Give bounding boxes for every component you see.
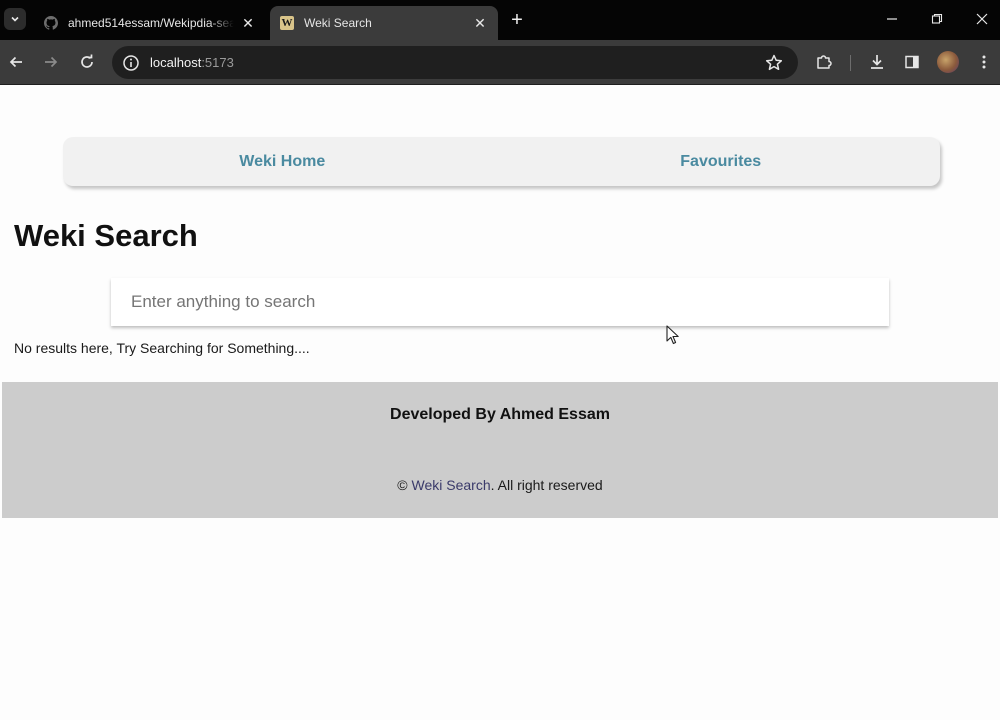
- tab-search-button[interactable]: [4, 8, 26, 30]
- reload-icon[interactable]: [75, 50, 99, 74]
- nav-link-home[interactable]: Weki Home: [63, 137, 502, 186]
- no-results-message: No results here, Try Searching for Somet…: [14, 340, 310, 356]
- download-icon[interactable]: [865, 50, 889, 74]
- nav-link-favourites[interactable]: Favourites: [502, 137, 941, 186]
- developer-credit: Developed By Ahmed Essam: [390, 406, 610, 423]
- top-navbar: Weki Home Favourites: [63, 137, 940, 186]
- mouse-cursor-icon: [666, 325, 679, 345]
- back-arrow-icon[interactable]: [4, 50, 28, 74]
- footer-brand: Weki Search: [411, 477, 491, 493]
- copyright-line: © Weki Search. All right reserved: [2, 477, 998, 493]
- new-tab-plus-icon[interactable]: +: [506, 9, 528, 31]
- close-icon[interactable]: ✕: [472, 15, 488, 31]
- forward-arrow-icon[interactable]: [39, 50, 63, 74]
- tab-github[interactable]: ahmed514essam/Wekipdia-sear ✕: [34, 6, 266, 40]
- tab-weki-search[interactable]: W Weki Search ✕: [270, 6, 498, 40]
- minimize-icon[interactable]: [880, 8, 904, 32]
- window-close-icon[interactable]: [970, 8, 994, 32]
- restore-icon[interactable]: [925, 8, 949, 32]
- copyright-symbol: ©: [397, 477, 408, 493]
- more-menu-icon[interactable]: [972, 50, 996, 74]
- side-panel-icon[interactable]: [900, 50, 924, 74]
- github-icon: [44, 16, 58, 30]
- page-footer: Developed By Ahmed Essam © Weki Search. …: [2, 382, 998, 518]
- tab-title: ahmed514essam/Wekipdia-sear: [68, 16, 234, 30]
- page-title: Weki Search: [14, 218, 198, 253]
- weki-favicon-icon: W: [280, 16, 294, 30]
- toolbar-divider: [850, 55, 851, 71]
- search-input[interactable]: [111, 278, 889, 326]
- browser-toolbar: localhost:5173: [0, 40, 1000, 85]
- tab-title: Weki Search: [304, 16, 372, 30]
- page-content: Weki Home Favourites Weki Search No resu…: [0, 86, 1000, 720]
- bookmark-star-icon[interactable]: [764, 53, 784, 73]
- address-bar[interactable]: localhost:5173: [112, 46, 798, 79]
- rights-text: . All right reserved: [490, 477, 603, 493]
- profile-avatar[interactable]: [937, 51, 959, 73]
- browser-tab-bar: ahmed514essam/Wekipdia-sear ✕ W Weki Sea…: [0, 0, 1000, 40]
- chevron-down-icon: [11, 16, 19, 22]
- extensions-puzzle-icon[interactable]: [812, 50, 836, 74]
- info-icon[interactable]: [122, 54, 140, 72]
- url-text[interactable]: localhost:5173: [150, 55, 234, 70]
- close-icon[interactable]: ✕: [240, 15, 256, 31]
